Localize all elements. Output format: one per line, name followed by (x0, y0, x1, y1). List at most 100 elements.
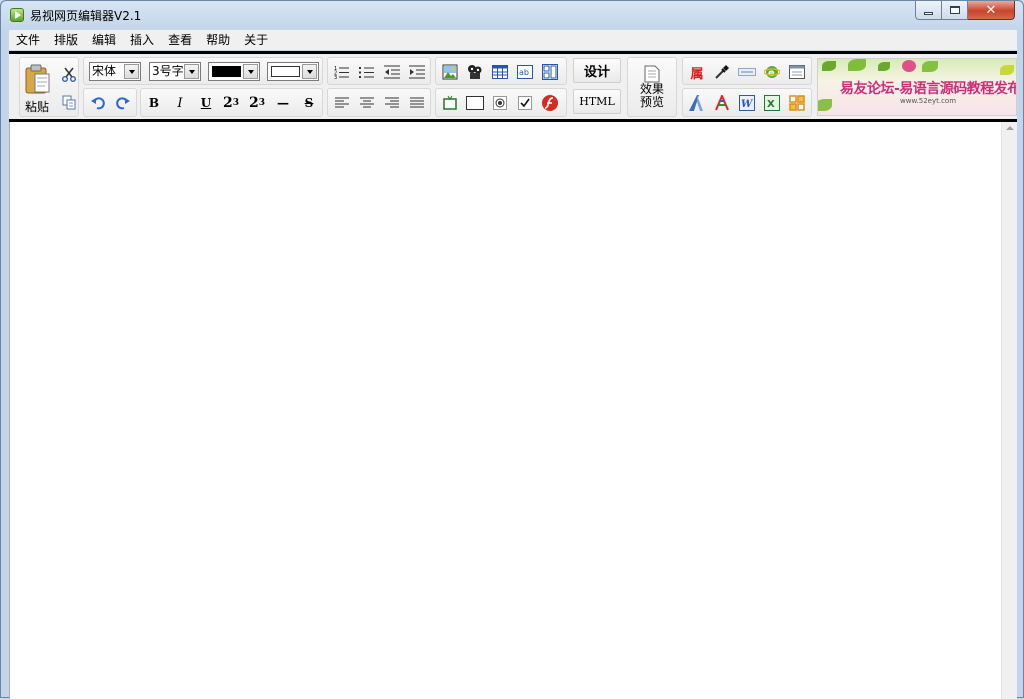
menu-layout[interactable]: 排版 (47, 30, 85, 50)
forum-banner[interactable]: 易友论坛-易语言源码教程发布社区 www.52eyt.com (817, 58, 1017, 116)
undo-button[interactable] (86, 91, 110, 115)
insert-textbox-button[interactable]: ab (513, 60, 537, 84)
html-mode-button[interactable]: HTML (573, 89, 621, 114)
ie-browser-button[interactable]: e (760, 60, 784, 84)
underline-button[interactable]: U (194, 91, 218, 115)
preview-button[interactable]: 效果 预览 (628, 58, 676, 116)
color-letter-icon (715, 95, 729, 111)
leaf-decoration (822, 61, 836, 71)
insert-marquee-button[interactable] (735, 60, 759, 84)
bullet-list-icon (359, 67, 374, 78)
scroll-up-arrow-icon[interactable] (1006, 126, 1014, 130)
tools-row2-group: W X (682, 88, 812, 117)
vertical-scrollbar[interactable] (1001, 122, 1017, 699)
menu-insert[interactable]: 插入 (123, 30, 161, 50)
align-center-button[interactable] (355, 91, 379, 115)
svg-text:3: 3 (334, 75, 337, 79)
chevron-down-icon (243, 64, 258, 79)
font-size-select[interactable]: 3号字 (149, 62, 201, 81)
menu-about[interactable]: 关于 (237, 30, 275, 50)
align-left-button[interactable] (330, 91, 354, 115)
word-import-button[interactable]: W (735, 91, 759, 115)
insert-flash-button[interactable] (538, 91, 562, 115)
excel-import-button[interactable]: X (760, 91, 784, 115)
flash-icon (542, 95, 558, 111)
insert-form-button[interactable] (538, 60, 562, 84)
word-art-button[interactable] (685, 91, 709, 115)
align-justify-button[interactable] (405, 91, 429, 115)
eyedropper-button[interactable] (710, 60, 734, 84)
window-code-button[interactable] (785, 60, 809, 84)
strikethrough-button[interactable]: S (297, 91, 321, 115)
list-group: 123 (327, 57, 431, 85)
menu-edit[interactable]: 编辑 (85, 30, 123, 50)
title-bar: 易视网页编辑器V2.1 ✕ (1, 1, 1023, 29)
tools-row1-group: 属 e (682, 57, 812, 85)
document-icon (644, 65, 660, 83)
clipboard-icon (25, 64, 50, 94)
insert-button-control[interactable] (438, 91, 462, 115)
insert-media-group: ab (435, 57, 567, 85)
bullet-list-button[interactable] (355, 60, 379, 84)
ie-browser-icon: e (764, 66, 780, 79)
insert-radio-button[interactable] (488, 91, 512, 115)
outdent-button[interactable] (380, 60, 404, 84)
radio-icon (493, 96, 507, 110)
leaf-decoration (848, 59, 866, 71)
editor-canvas[interactable] (9, 122, 1017, 699)
text-color-select[interactable] (208, 62, 260, 81)
copy-button[interactable] (57, 90, 81, 114)
film-reel-icon (468, 65, 482, 79)
eyedropper-icon (715, 65, 729, 79)
insert-checkbox-button[interactable] (513, 91, 537, 115)
design-mode-button[interactable]: 设计 (573, 58, 621, 83)
cut-button[interactable] (57, 62, 81, 86)
paste-button[interactable] (22, 62, 54, 96)
align-right-button[interactable] (380, 91, 404, 115)
bg-color-select[interactable] (267, 62, 319, 81)
font-row-group: 宋体 3号字 (83, 57, 323, 85)
menu-file[interactable]: 文件 (9, 30, 47, 50)
subscript-base: 2 (248, 95, 259, 111)
font-color-button[interactable] (710, 91, 734, 115)
superscript-button[interactable]: 23 (219, 91, 243, 115)
minimize-button[interactable] (915, 1, 942, 20)
insert-image-button[interactable] (438, 60, 462, 84)
paste-label: 粘贴 (25, 100, 50, 114)
italic-button[interactable]: I (168, 91, 192, 115)
menu-help[interactable]: 帮助 (199, 30, 237, 50)
flower-decoration (902, 60, 916, 72)
app-window: 易视网页编辑器V2.1 ✕ 文件 排版 编辑 插入 查看 帮助 关于 粘贴 宋体… (0, 0, 1024, 699)
menu-view[interactable]: 查看 (161, 30, 199, 50)
word-doc-icon: W (739, 95, 755, 111)
frame-icon (466, 96, 484, 110)
form-controls-group (435, 88, 567, 117)
svg-text:ab: ab (519, 68, 529, 77)
font-size-value: 3号字 (152, 64, 184, 78)
redo-icon (116, 97, 130, 110)
horizontal-rule-button[interactable]: — (271, 91, 295, 115)
format-group: B I U 23 23 — S (140, 88, 323, 117)
checkbox-icon (518, 96, 532, 110)
bg-color-swatch (271, 66, 300, 77)
align-group (327, 88, 431, 117)
bold-button[interactable]: B (142, 91, 166, 115)
ordered-list-button[interactable]: 123 (330, 60, 354, 84)
insert-table-button[interactable] (488, 60, 512, 84)
insert-frame-button[interactable] (463, 91, 487, 115)
clipboard-group: 粘贴 (19, 57, 79, 117)
app-icon (10, 8, 24, 22)
ordered-list-icon: 123 (334, 66, 349, 79)
indent-button[interactable] (405, 60, 429, 84)
maximize-button[interactable] (942, 1, 968, 20)
insert-media-button[interactable] (463, 60, 487, 84)
close-button[interactable]: ✕ (968, 1, 1015, 20)
subscript-button[interactable]: 23 (245, 91, 269, 115)
redo-button[interactable] (111, 91, 135, 115)
svg-text:X: X (767, 99, 775, 110)
align-left-icon (335, 97, 349, 108)
table-icon (492, 65, 508, 79)
templates-button[interactable] (785, 91, 809, 115)
font-name-select[interactable]: 宋体 (89, 62, 141, 81)
properties-button[interactable]: 属 (685, 60, 709, 84)
